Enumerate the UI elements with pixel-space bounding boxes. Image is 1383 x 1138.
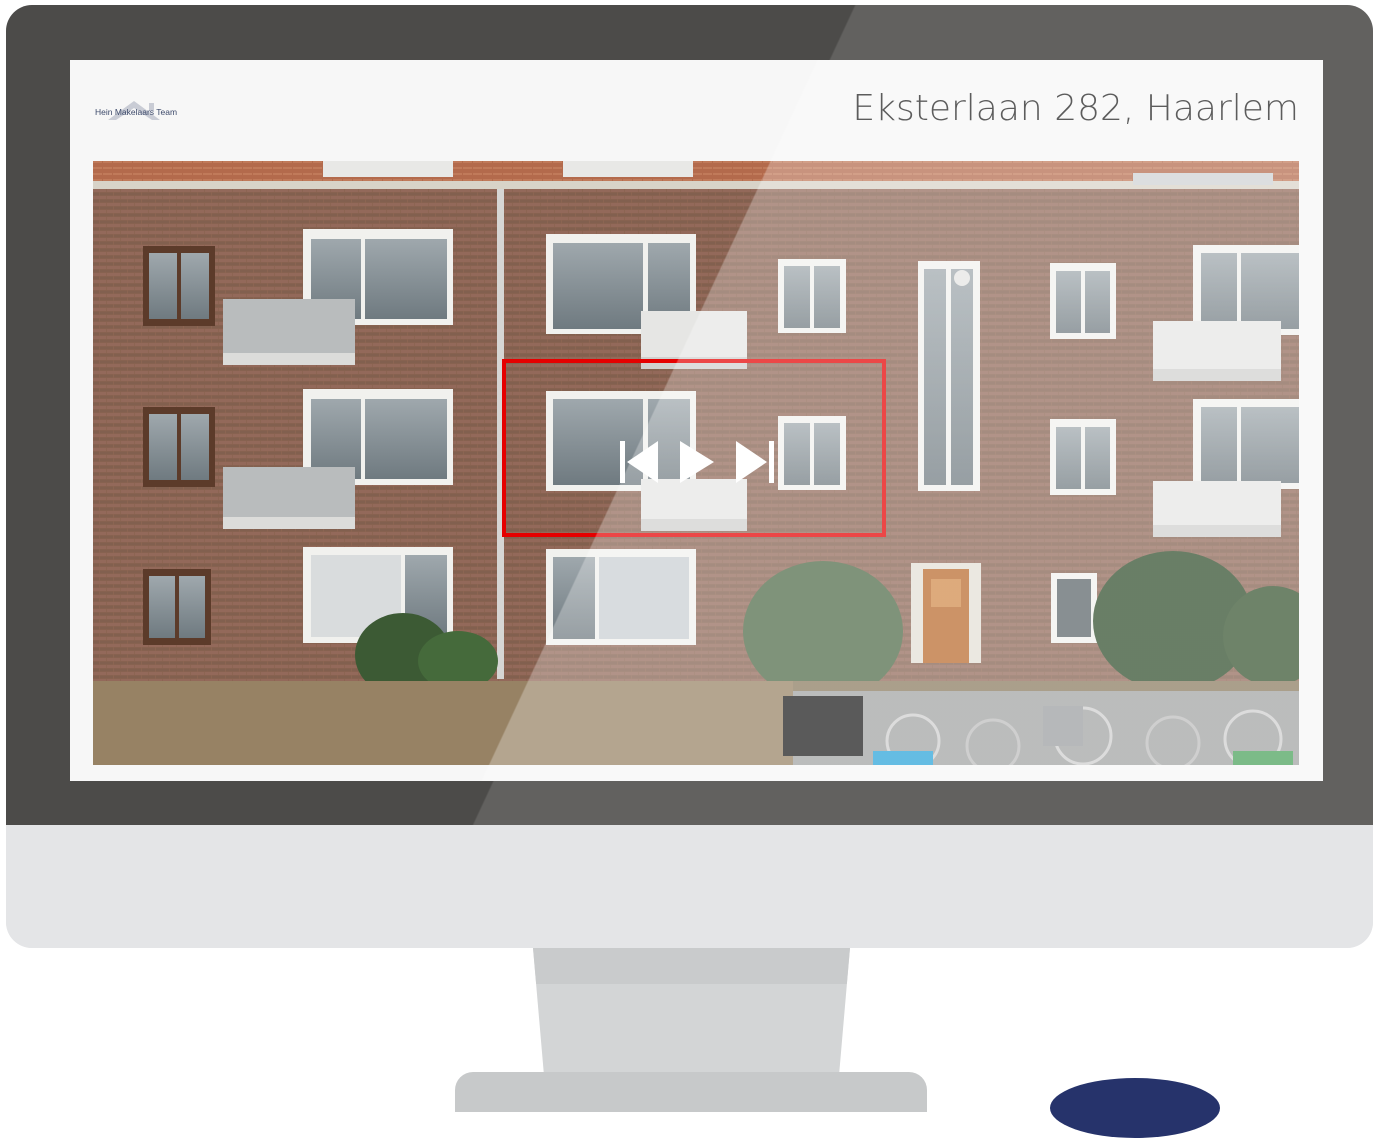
player-controls [618,437,778,487]
previous-icon[interactable] [618,437,658,487]
monitor: Hein Makelaars Team Eksterlaan 282, Haar… [6,5,1373,948]
brand-badge [1050,1078,1220,1138]
brand-logo: Hein Makelaars Team [94,98,254,128]
window [546,549,696,645]
window [143,569,211,645]
property-photo [93,161,1299,765]
monitor-stand-shadow [533,948,850,984]
window [1051,573,1097,643]
window [778,259,846,333]
window [143,407,215,487]
listing-address: Eksterlaan 282, Haarlem [852,88,1299,129]
monitor-chin [6,825,1373,948]
window [143,246,215,326]
brand-name: Hein Makelaars Team [95,107,178,117]
monitor-stand-base [455,1072,927,1112]
monitor-screen: Hein Makelaars Team Eksterlaan 282, Haar… [70,60,1323,781]
window [1193,399,1299,489]
next-icon[interactable] [734,437,778,487]
window [1050,419,1116,495]
play-icon[interactable] [676,437,716,487]
window [918,261,980,491]
window [1050,263,1116,339]
